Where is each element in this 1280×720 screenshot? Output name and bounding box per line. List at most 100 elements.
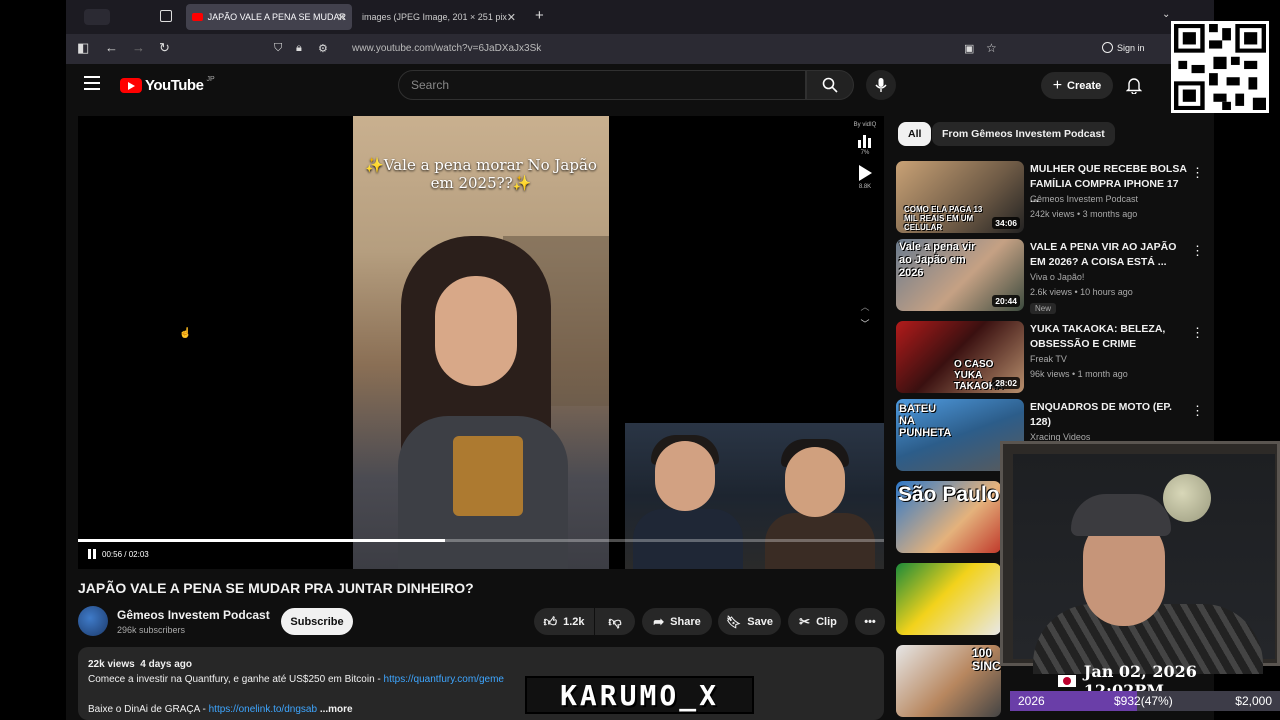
progress-bar[interactable] (78, 539, 884, 542)
recommendation-channel[interactable]: Freak TV (1030, 354, 1067, 364)
recommendation-item[interactable]: Vale a pena vir ao Japão em 2026 20:44 V… (896, 239, 1204, 314)
sidebar-toggle-icon[interactable] (84, 9, 110, 25)
sign-in-label: Sign in (1117, 42, 1145, 53)
shield-icon[interactable]: ⛉ (274, 42, 282, 55)
video-thumbnail[interactable]: 100 SINC (896, 645, 1001, 717)
channel-name[interactable]: Gêmeos Investem Podcast (117, 608, 270, 622)
qr-code-graphic (1174, 24, 1266, 110)
tab-overview-icon[interactable] (160, 10, 172, 22)
tab-bar: JAPÃO VALE A PENA SE MUDAR ✕ images (JPE… (66, 0, 1214, 34)
dislike-button[interactable]: 👎︎ (595, 608, 635, 635)
thumbnail-text: COMO ELA PAGA 13 MIL REAIS EM UM CELULAR (904, 205, 983, 232)
save-button[interactable]: 🔖︎ Save (718, 608, 781, 635)
clip-button[interactable]: ✂ Clip (788, 608, 848, 635)
more-horizontal-icon: ••• (864, 615, 876, 628)
search-input[interactable]: Search (398, 70, 806, 100)
description-link[interactable]: https://onelink.to/dngsab (209, 704, 317, 715)
recommendation-meta: 96k views • 1 month ago (1030, 369, 1128, 379)
bookmark-icon: 🔖︎ (726, 614, 742, 629)
recommendation-title[interactable]: ENQUADROS DE MOTO (EP. 128) (1030, 400, 1190, 430)
view-count: 22k views (88, 659, 135, 670)
more-vertical-icon[interactable]: ⋮ (1191, 325, 1204, 341)
logo-text: YouTube (145, 77, 204, 94)
video-thumbnail[interactable]: São Paulo (896, 481, 1001, 553)
video-title: JAPÃO VALE A PENA SE MUDAR PRA JUNTAR DI… (78, 580, 474, 596)
play-triangle-icon[interactable] (857, 164, 873, 182)
more-vertical-icon[interactable]: ⋮ (1191, 243, 1204, 259)
new-tab-button[interactable]: + (535, 7, 544, 24)
plus-icon: + (1052, 76, 1063, 94)
bookmark-star-icon[interactable]: ☆ (986, 41, 997, 55)
recommendation-item[interactable]: COMO ELA PAGA 13 MIL REAIS EM UM CELULAR… (896, 161, 1204, 235)
lock-icon[interactable]: 🔒︎ (296, 42, 302, 55)
microphone-icon (875, 78, 887, 92)
new-badge: New (1030, 303, 1057, 314)
clip-label: Clip (816, 615, 837, 628)
recommendation-channel[interactable]: Viva o Japão! (1030, 272, 1084, 282)
create-button[interactable]: + Create (1041, 72, 1113, 99)
forward-arrow-icon[interactable]: → (132, 40, 145, 55)
share-button[interactable]: ➦ Share (642, 608, 712, 635)
recommendation-title[interactable]: VALE A PENA VIR AO JAPÃO EM 2026? A COIS… (1030, 240, 1190, 270)
like-button[interactable]: 👍︎ 1.2k (534, 608, 594, 635)
upload-age: 4 days ago (140, 659, 192, 670)
notifications-button[interactable] (1125, 76, 1143, 99)
recommendation-channel[interactable]: Gêmeos Investem Podcast (1030, 194, 1138, 204)
search-button[interactable] (806, 70, 854, 100)
description-box[interactable]: 22k views 4 days ago Comece a investir n… (78, 647, 884, 720)
chevron-down-icon[interactable]: ﹀ (850, 317, 880, 330)
subscriber-count: 296k subscribers (117, 625, 186, 635)
hamburger-menu-icon[interactable] (84, 76, 100, 90)
pause-icon[interactable] (88, 549, 96, 559)
progress-fill (78, 539, 445, 542)
more-actions-button[interactable]: ••• (855, 608, 885, 635)
video-thumbnail[interactable] (896, 563, 1001, 635)
scissors-icon: ✂ (799, 613, 811, 629)
tab-youtube[interactable]: JAPÃO VALE A PENA SE MUDAR ✕ (186, 4, 352, 30)
video-thumbnail[interactable]: COMO ELA PAGA 13 MIL REAIS EM UM CELULAR… (896, 161, 1024, 233)
close-tab-icon[interactable]: ✕ (337, 11, 346, 24)
duration-badge: 34:06 (992, 217, 1020, 229)
sidebar-icon[interactable]: ◧ (77, 40, 89, 56)
description-text: Baixe o DinAi de GRAÇA - (88, 704, 209, 715)
chevron-up-icon[interactable]: ︿ (850, 300, 880, 313)
video-frame: ✨Vale a pena morar No Japão em 2025??✨ (353, 116, 609, 569)
more-vertical-icon[interactable]: ⋮ (1191, 165, 1204, 181)
webcam-overlay (625, 423, 884, 569)
permissions-icon[interactable]: ⚙ (318, 42, 328, 55)
goal-total: $2,000 (1235, 694, 1272, 708)
time-current: 00:56 (102, 549, 123, 559)
nav-toolbar (66, 34, 1214, 64)
subscribe-button[interactable]: Subscribe (281, 608, 353, 635)
japan-flag-icon (1058, 675, 1076, 687)
thumbnail-text: Vale a pena vir ao Japão em 2026 (899, 241, 976, 279)
recommendation-item[interactable]: O CASO YUKA TAKAOKA 28:02 YUKA TAKAOKA: … (896, 321, 1204, 395)
picture-in-picture-icon[interactable]: ▣ (964, 42, 974, 55)
description-link[interactable]: https://quantfury.com/geme (384, 674, 504, 685)
reload-icon[interactable]: ↻ (159, 40, 170, 56)
youtube-logo[interactable]: YouTube JP (120, 76, 215, 94)
video-thumbnail[interactable]: O CASO YUKA TAKAOKA 28:02 (896, 321, 1024, 393)
close-tab-icon[interactable]: ✕ (507, 11, 516, 24)
browser-sign-in[interactable]: Sign in (1102, 42, 1145, 53)
more-link[interactable]: ...more (320, 704, 353, 715)
video-player[interactable]: ✨Vale a pena morar No Japão em 2025??✨ B… (78, 116, 884, 569)
tab-label: images (JPEG Image, 201 × 251 pix (362, 12, 507, 22)
date-display: Jan 02, 2026 12:02PM (1058, 662, 1280, 700)
channel-avatar[interactable] (78, 606, 108, 636)
more-vertical-icon[interactable]: ⋮ (1191, 403, 1204, 419)
donation-goal-bar: 2026 $932(47%) $2,000 (1010, 691, 1280, 711)
share-label: Share (670, 615, 701, 628)
stats-bars-icon[interactable] (857, 134, 873, 148)
recommendation-title[interactable]: YUKA TAKAOKA: BELEZA, OBSESSÃO E CRIME (1030, 322, 1190, 352)
chip-all[interactable]: All (898, 122, 932, 146)
thumbnail-text: BATEU NA PUNHETA (899, 403, 952, 439)
chevron-down-icon[interactable]: ⌄ (1162, 9, 1170, 20)
chip-from-channel[interactable]: From Gêmeos Investem Podcast (932, 122, 1115, 146)
video-thumbnail[interactable]: Vale a pena vir ao Japão em 2026 20:44 (896, 239, 1024, 311)
tab-image[interactable]: images (JPEG Image, 201 × 251 pix ✕ (356, 4, 522, 30)
url-field[interactable]: www.youtube.com/watch?v=6JaDXaJx3Sk (352, 43, 541, 54)
recommendation-meta: 242k views • 3 months ago (1030, 209, 1138, 219)
back-arrow-icon[interactable]: ← (105, 40, 118, 55)
voice-search-button[interactable] (866, 70, 896, 100)
